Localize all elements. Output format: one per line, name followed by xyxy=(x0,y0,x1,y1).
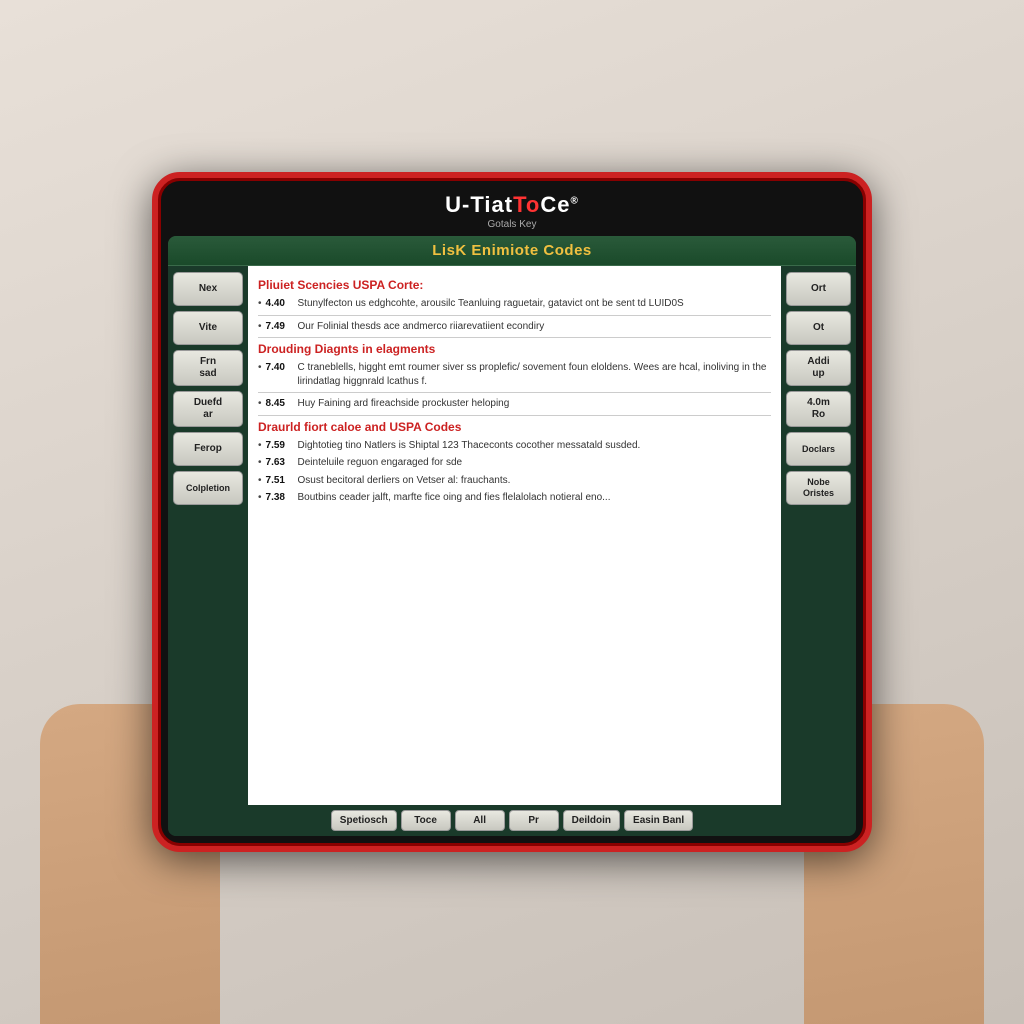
btn-4om-ro[interactable]: 4.0mRo xyxy=(786,391,851,427)
btn-pr[interactable]: Pr xyxy=(509,810,559,831)
code-item-845: • 8.45 Huy Faining ard fireachside prock… xyxy=(258,397,771,411)
btn-doclars[interactable]: Doclars xyxy=(786,432,851,466)
photo-background: U-TiatToCe® Gotals Key LisK Enimiote Cod… xyxy=(0,0,1024,1024)
btn-vite[interactable]: Vite xyxy=(173,311,243,345)
tablet-device: U-TiatToCe® Gotals Key LisK Enimiote Cod… xyxy=(152,172,872,852)
btn-ferop[interactable]: Ferop xyxy=(173,432,243,466)
code-item-749: • 7.49 Our Folinial thesds ace andmerco … xyxy=(258,320,771,334)
brand-tiat: Tiat xyxy=(470,192,513,217)
btn-nex[interactable]: Nex xyxy=(173,272,243,306)
brand-to: To xyxy=(513,192,540,217)
btn-easin-banl[interactable]: Easin Banl xyxy=(624,810,693,831)
divider2 xyxy=(258,337,771,338)
btn-duefd-ar[interactable]: Duefdar xyxy=(173,391,243,427)
btn-ort[interactable]: Ort xyxy=(786,272,851,306)
code-item-759: • 7.59 Dightotieg tino Natlers is Shipta… xyxy=(258,439,771,453)
main-content: Pliuiet Scencies USPA Corte: • 4.40 Stun… xyxy=(248,266,781,805)
tablet-top-bar: U-TiatToCe® Gotals Key xyxy=(168,188,856,236)
brand-ce: Ce® xyxy=(540,192,579,217)
section3-title: Draurld fiort caloe and USPA Codes xyxy=(258,420,771,434)
section2-title: Drouding Diagnts in elagments xyxy=(258,342,771,356)
code-item-440: • 4.40 Stunylfecton us edghcohte, arousi… xyxy=(258,297,771,311)
screen-body: Nex Vite Frnsad Duefdar Ferop Colpletion… xyxy=(168,266,856,805)
btn-colpletion[interactable]: Colpletion xyxy=(173,471,243,505)
brand-logo: U-TiatToCe® xyxy=(445,192,579,218)
btn-add-up[interactable]: Addiup xyxy=(786,350,851,386)
divider1 xyxy=(258,315,771,316)
divider4 xyxy=(258,415,771,416)
btn-toce[interactable]: Toce xyxy=(401,810,451,831)
code-item-763: • 7.63 Deinteluile reguon engaraged for … xyxy=(258,456,771,470)
left-sidebar: Nex Vite Frnsad Duefdar Ferop Colpletion xyxy=(168,266,248,805)
tablet-screen: LisK Enimiote Codes Nex Vite Frnsad Duef… xyxy=(168,236,856,836)
brand-u: U- xyxy=(445,192,470,217)
btn-frn-sad[interactable]: Frnsad xyxy=(173,350,243,386)
code-item-740: • 7.40 C traneblells, higght emt roumer … xyxy=(258,361,771,388)
bottom-toolbar: Spetiosch Toce All Pr Deildoin Easin Ban… xyxy=(168,805,856,836)
screen-header: LisK Enimiote Codes xyxy=(168,236,856,266)
code-item-738: • 7.38 Boutbins ceader jalft, marfte fic… xyxy=(258,491,771,505)
btn-all[interactable]: All xyxy=(455,810,505,831)
brand-subtitle: Gotals Key xyxy=(445,219,579,230)
code-item-751: • 7.51 Osust becitoral derliers on Vetse… xyxy=(258,474,771,488)
btn-nobe-oristes[interactable]: NobeOristes xyxy=(786,471,851,505)
btn-ot[interactable]: Ot xyxy=(786,311,851,345)
section1-title: Pliuiet Scencies USPA Corte: xyxy=(258,278,771,292)
screen-title: LisK Enimiote Codes xyxy=(180,242,844,259)
btn-spetiosch[interactable]: Spetiosch xyxy=(331,810,397,831)
btn-deildoin[interactable]: Deildoin xyxy=(563,810,620,831)
divider3 xyxy=(258,392,771,393)
right-sidebar: Ort Ot Addiup 4.0mRo Doclars NobeOristes xyxy=(781,266,856,805)
